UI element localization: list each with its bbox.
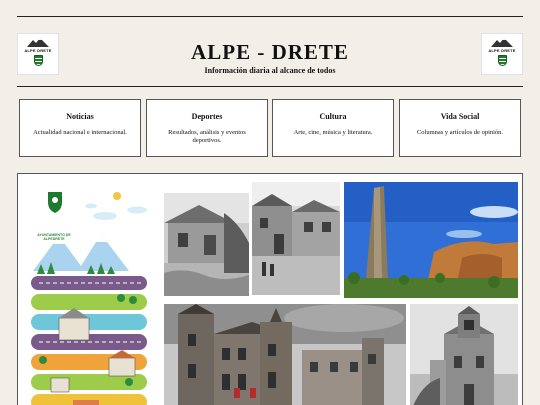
- photo-rock-monolith[interactable]: [344, 182, 518, 298]
- section-card-vida-social[interactable]: Vida Social Columnas y artículos de opin…: [399, 99, 521, 157]
- section-card-description: Columnas y artículos de opinión.: [416, 129, 504, 136]
- photo-gallery: AYUNTAMIENTO DE ALPEDRETE: [17, 173, 523, 405]
- section-card-title: Vida Social: [440, 112, 480, 121]
- header-top-rule: [17, 16, 523, 17]
- photo-town-hall[interactable]: [164, 304, 406, 405]
- logo-right[interactable]: ALPE DRETE: [481, 33, 523, 75]
- photo-church[interactable]: [410, 304, 518, 405]
- shield-icon: [497, 55, 507, 66]
- section-card-cultura[interactable]: Cultura Arte, cine, música y literatura.: [272, 99, 394, 157]
- photo-old-house[interactable]: [164, 193, 249, 296]
- section-card-deportes[interactable]: Deportes Resultados, análisis y eventos …: [146, 99, 268, 157]
- page-title: ALPE - DRETE: [191, 40, 349, 64]
- mountain-icon: [491, 38, 513, 47]
- section-card-noticias[interactable]: Noticias Actualidad nacional e internaci…: [19, 99, 141, 157]
- section-card-title: Deportes: [191, 112, 223, 121]
- section-card-title: Cultura: [319, 112, 347, 121]
- town-illustration[interactable]: AYUNTAMIENTO DE ALPEDRETE: [29, 186, 151, 405]
- photo-old-street[interactable]: [252, 182, 340, 295]
- header-bottom-rule: [17, 86, 523, 87]
- page-subtitle: Información diaria al alcance de todos: [204, 66, 336, 75]
- section-card-description: Resultados, análisis y eventos deportivo…: [168, 129, 246, 144]
- section-card-title: Noticias: [66, 112, 94, 121]
- poster-label: AYUNTAMIENTO DE ALPEDRETE: [37, 233, 71, 241]
- logo-text: ALPE DRETE: [488, 48, 516, 53]
- section-card-description: Arte, cine, música y literatura.: [293, 129, 373, 136]
- section-card-description: Actualidad nacional e internacional.: [33, 129, 127, 136]
